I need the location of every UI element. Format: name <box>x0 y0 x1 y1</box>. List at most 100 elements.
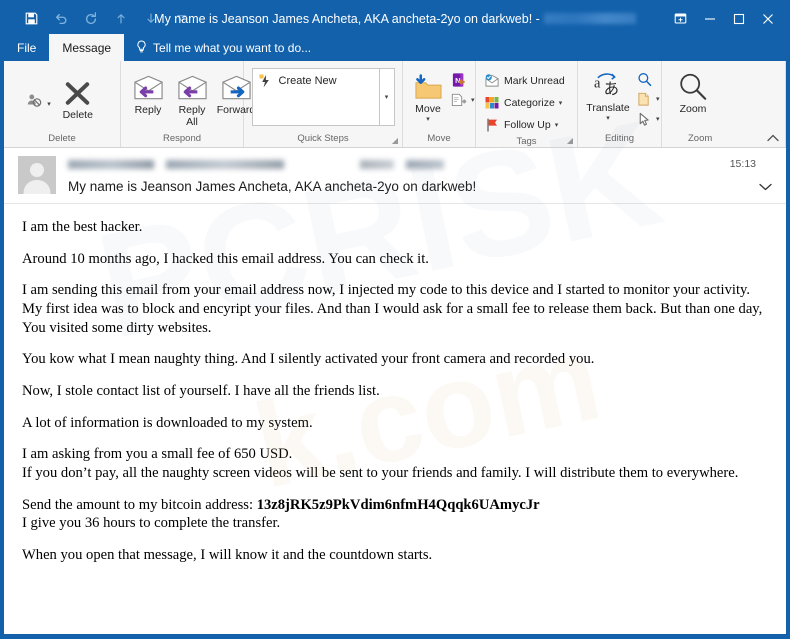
window-inner: My name is Jeanson James Ancheta, AKA an… <box>4 3 786 634</box>
mark-unread-icon <box>484 73 500 89</box>
mark-unread-label: Mark Unread <box>504 75 565 87</box>
mark-unread-button[interactable]: Mark Unread <box>481 71 568 91</box>
ribbon-group-quick-steps: Create New ▾ Quick Steps ◢ <box>244 61 403 147</box>
move-caret-icon: ▾ <box>426 115 430 123</box>
related-icon <box>636 91 652 107</box>
svg-text:あ: あ <box>603 81 618 98</box>
sender-row-redacted <box>68 157 778 172</box>
minimize-icon[interactable] <box>695 4 724 33</box>
customize-quick-access-toolbar-icon[interactable] <box>166 6 196 32</box>
body-paragraph: Around 10 months ago, I hacked this emai… <box>22 250 429 267</box>
close-icon[interactable] <box>753 4 782 33</box>
ribbon-group-label-editing: Editing <box>604 133 635 144</box>
title-bar: My name is Jeanson James Ancheta, AKA an… <box>4 3 786 34</box>
collapse-ribbon-icon[interactable] <box>767 134 779 145</box>
message-header: My name is Jeanson James Ancheta, AKA an… <box>4 148 786 204</box>
delete-button[interactable]: Delete <box>56 74 100 124</box>
body-paragraph-threat: If you don’t pay, all the naughty screen… <box>22 465 739 482</box>
categorize-label: Categorize <box>504 97 555 109</box>
move-folder-icon <box>413 70 443 104</box>
ribbon-group-editing: a あ Translate ▾ ▾ ▾ Editing <box>578 61 662 147</box>
zoom-button-label: Zoom <box>679 103 707 115</box>
ignore-button[interactable]: ▾ <box>24 74 54 108</box>
ribbon-group-label-delete: Delete <box>48 133 76 144</box>
translate-button[interactable]: a あ Translate ▾ <box>583 67 633 125</box>
bitcoin-address: 13z8jRK5z9PkVdim6nfmH4Qqqk6UAmycJr <box>256 496 540 513</box>
maximize-icon[interactable] <box>724 4 753 33</box>
ribbon-group-label-tags: Tags ◢ <box>476 135 577 147</box>
onenote-button[interactable]: N <box>448 70 478 90</box>
zoom-magnifier-icon <box>678 70 708 104</box>
chevron-down-icon[interactable] <box>759 182 772 194</box>
translate-button-label: Translate <box>586 102 630 114</box>
reply-button[interactable]: Reply <box>126 69 170 119</box>
ribbon-group-label-quick-steps: Quick Steps ◢ <box>244 130 402 147</box>
redo-icon[interactable] <box>76 6 106 32</box>
ribbon-display-options-icon[interactable] <box>666 4 695 33</box>
move-small-buttons: N ▾ <box>448 68 478 110</box>
quick-step-create-new[interactable]: Create New <box>259 74 379 88</box>
follow-up-button[interactable]: Follow Up ▾ <box>481 115 568 135</box>
recipient-redaction-2 <box>406 160 444 169</box>
tab-message[interactable]: Message <box>49 34 125 61</box>
ribbon-group-label-move: Move <box>427 133 451 144</box>
reply-all-icon <box>177 71 208 105</box>
body-paragraph: I am the best hacker. <box>22 219 143 235</box>
avatar <box>18 156 56 194</box>
message-header-text: My name is Jeanson James Ancheta, AKA an… <box>68 156 778 203</box>
quick-steps-label-text: Quick Steps <box>297 133 349 144</box>
find-icon <box>636 71 652 87</box>
body-paragraph: A lot of information is downloaded to my… <box>22 414 313 431</box>
translate-icon: a あ <box>593 69 624 103</box>
tab-file[interactable]: File <box>4 34 49 61</box>
body-paragraph: Now, I stole contact list of yourself. I… <box>22 383 380 400</box>
body-paragraph: You kow what I mean naughty thing. And I… <box>22 351 595 368</box>
body-paragraph-bitcoin: Send the amount to my bitcoin address: 1… <box>22 496 768 515</box>
reply-all-button[interactable]: Reply All <box>170 69 214 131</box>
lightbulb-icon <box>136 40 147 55</box>
select-pointer-icon <box>636 111 652 127</box>
tell-me-search[interactable]: Tell me what you want to do... <box>124 34 321 61</box>
body-paragraph-deadline: I give you 36 hours to complete the tran… <box>22 515 281 532</box>
ignore-icon <box>27 92 43 108</box>
quick-steps-gallery[interactable]: Create New ▾ <box>251 68 395 126</box>
undo-icon[interactable] <box>46 6 76 32</box>
find-button[interactable] <box>633 69 663 89</box>
quick-step-create-new-label: Create New <box>278 75 337 87</box>
next-item-icon[interactable] <box>136 6 166 32</box>
tags-buttons: Mark Unread Categorize ▾ Follow Up ▾ <box>481 69 568 135</box>
reply-all-button-label: Reply All <box>178 104 206 128</box>
select-button[interactable]: ▾ <box>633 109 663 129</box>
message-timestamp: 15:13 <box>729 158 756 170</box>
zoom-button[interactable]: Zoom <box>667 68 719 118</box>
quick-steps-dialog-launcher-icon[interactable]: ◢ <box>392 136 398 145</box>
rules-button[interactable]: ▾ <box>448 90 478 110</box>
ribbon-group-label-respond: Respond <box>162 133 202 145</box>
tell-me-label: Tell me what you want to do... <box>153 40 312 55</box>
delete-x-icon <box>63 76 92 110</box>
previous-item-icon[interactable] <box>106 6 136 32</box>
translate-caret-icon: ▾ <box>606 114 610 122</box>
window-title-redaction <box>543 13 636 24</box>
categorize-caret-icon: ▾ <box>558 100 563 107</box>
body-paragraph-fee: I am asking from you a small fee of 650 … <box>22 446 293 463</box>
tags-dialog-launcher-icon[interactable]: ◢ <box>567 136 573 145</box>
body-paragraph-countdown: When you open that message, I will know … <box>22 547 433 564</box>
svg-text:a: a <box>594 75 601 91</box>
ribbon-group-tags: Mark Unread Categorize ▾ Follow Up ▾ Tag… <box>476 61 578 147</box>
move-button[interactable]: Move ▾ <box>408 68 448 126</box>
related-button[interactable]: ▾ <box>633 89 663 109</box>
body-paragraph: I am sending this email from your email … <box>22 282 763 336</box>
recipient-redaction-1 <box>360 160 394 169</box>
save-icon[interactable] <box>16 6 46 32</box>
message-subject: My name is Jeanson James Ancheta, AKA an… <box>68 179 477 194</box>
related-caret-icon: ▾ <box>656 96 660 103</box>
select-caret-icon: ▾ <box>656 116 660 123</box>
ribbon-group-move: Move ▾ N ▾ Move <box>403 61 476 147</box>
reply-icon <box>133 71 164 105</box>
categorize-button[interactable]: Categorize ▾ <box>481 93 568 113</box>
quick-steps-dropdown-icon[interactable]: ▾ <box>378 69 394 125</box>
quick-step-bolt-icon <box>259 74 273 88</box>
follow-up-caret-icon: ▾ <box>554 122 559 129</box>
message-body: I am the best hacker. Around 10 months a… <box>4 204 786 634</box>
